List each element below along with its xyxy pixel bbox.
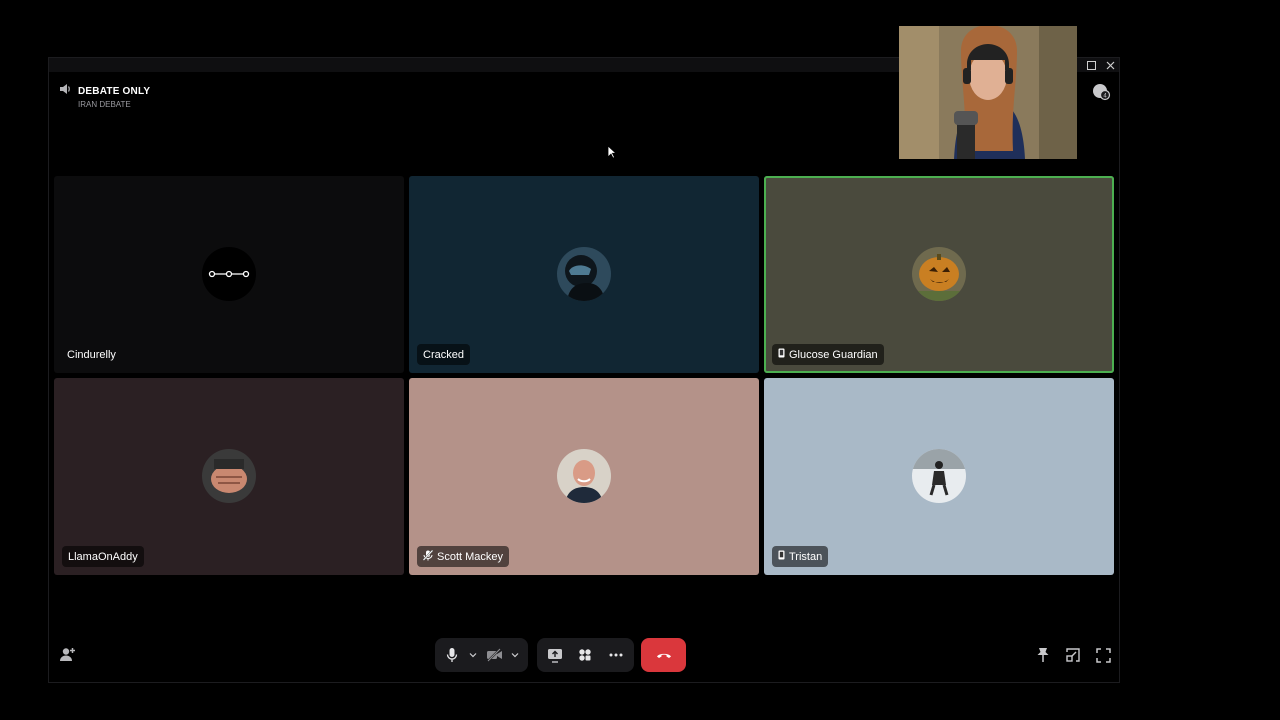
participant-tile[interactable]: LlamaOnAddy	[54, 378, 404, 575]
end-call-icon	[656, 646, 672, 664]
participant-tile[interactable]: Cracked	[409, 176, 759, 373]
channel-name: DEBATE ONLY	[78, 85, 151, 97]
muted-mic-icon	[422, 549, 434, 564]
participant-tile[interactable]: Tristan	[764, 378, 1114, 575]
participant-name-label: Glucose Guardian	[772, 344, 884, 365]
fullscreen-icon[interactable]	[1095, 644, 1111, 666]
view-controls	[1035, 644, 1111, 666]
participant-tile-speaking[interactable]: Glucose Guardian	[764, 176, 1114, 373]
participant-tile[interactable]: Scott Mackey	[409, 378, 759, 575]
maximize-icon[interactable]	[1087, 60, 1096, 70]
activities-icon[interactable]	[575, 642, 595, 668]
participant-name: Cindurelly	[67, 348, 116, 361]
participant-name-label: Tristan	[772, 546, 829, 567]
activity-chat-icon[interactable]: 4	[1091, 82, 1111, 102]
helmet-avatar	[557, 247, 611, 301]
participant-name: Glucose Guardian	[789, 348, 878, 361]
camera-options-chevron-down-icon[interactable]	[509, 642, 522, 668]
participant-name: LlamaOnAddy	[68, 550, 138, 563]
participant-name-label: Scott Mackey	[417, 546, 510, 567]
participant-name: Scott Mackey	[437, 550, 504, 563]
participant-tile[interactable]: Cindurelly	[54, 176, 404, 373]
mic-options-chevron-down-icon[interactable]	[466, 642, 479, 668]
call-controls	[49, 638, 1119, 674]
screen-share-icon[interactable]	[545, 642, 565, 668]
connecting-dots-icon	[202, 247, 256, 301]
pumpkin-avatar	[912, 247, 966, 301]
mobile-icon	[778, 550, 785, 563]
channel-header: DEBATE ONLY IRAN DEBATE	[59, 82, 151, 109]
participant-name-label: Cindurelly	[62, 344, 122, 365]
webcam-overlay	[899, 26, 1077, 159]
share-activity-group	[537, 638, 634, 672]
participant-name-label: LlamaOnAddy	[62, 546, 144, 567]
more-icon[interactable]	[606, 642, 626, 668]
channel-subtitle: IRAN DEBATE	[78, 100, 131, 109]
mouse-cursor-icon	[607, 145, 618, 159]
snow-figure-avatar	[912, 449, 966, 503]
participant-name: Cracked	[423, 348, 464, 361]
add-person-icon[interactable]	[59, 646, 77, 664]
microphone-icon[interactable]	[441, 642, 462, 668]
popout-icon[interactable]	[1065, 644, 1081, 666]
camera-off-icon[interactable]	[484, 642, 505, 668]
pin-icon[interactable]	[1035, 644, 1051, 666]
close-icon[interactable]	[1106, 61, 1115, 70]
fist-avatar	[202, 449, 256, 503]
end-call-button[interactable]	[641, 638, 686, 672]
mobile-icon	[778, 348, 785, 361]
mic-camera-group	[435, 638, 528, 672]
speaker-icon	[59, 82, 72, 100]
participant-name-label: Cracked	[417, 344, 470, 365]
smiling-man-avatar	[557, 449, 611, 503]
participant-name: Tristan	[789, 550, 823, 563]
